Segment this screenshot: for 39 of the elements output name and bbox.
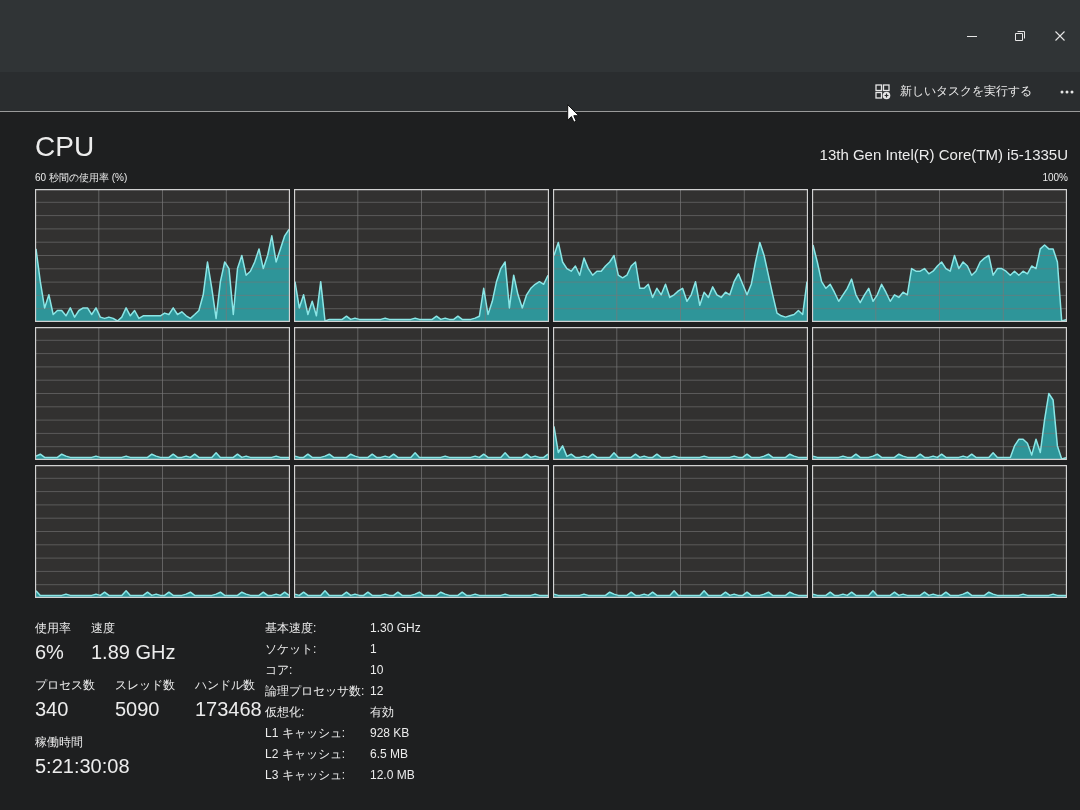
- detail-label: 基本速度:: [265, 620, 318, 636]
- detail-value: 12: [370, 683, 385, 699]
- detail-value: 10: [370, 662, 385, 678]
- page-title: CPU: [35, 130, 95, 164]
- detail-label: 仮想化:: [265, 704, 306, 720]
- mouse-pointer-icon: [567, 104, 579, 123]
- stat-value: 5:21:30:08: [35, 754, 130, 779]
- minimize-icon[interactable]: [967, 35, 977, 37]
- detail-label: コア:: [265, 662, 294, 678]
- stat-value: 173468: [195, 697, 262, 722]
- stat-label: スレッド数: [115, 677, 175, 693]
- stat-label: 稼働時間: [35, 734, 83, 750]
- new-task-icon: [875, 83, 891, 100]
- detail-value: 928 KB: [370, 725, 411, 741]
- detail-value: 1.30 GHz: [370, 620, 421, 636]
- stat-value: 340: [35, 697, 69, 722]
- stat-label: 使用率: [35, 620, 71, 636]
- stat-label: 速度: [91, 620, 115, 636]
- graph-caption: 60 秒間の使用率 (%): [35, 171, 128, 184]
- processor-name: 13th Gen Intel(R) Core(TM) i5-1335U: [819, 146, 1068, 164]
- axis-max-label: 100%: [1042, 171, 1068, 184]
- detail-label: ソケット:: [265, 641, 318, 657]
- stat-value: 5090: [115, 697, 160, 722]
- detail-value: 有効: [370, 704, 395, 720]
- stat-value: 6%: [35, 640, 64, 665]
- detail-value: 1: [370, 641, 378, 657]
- detail-label: L2 キャッシュ:: [265, 746, 346, 762]
- detail-label: L3 キャッシュ:: [265, 767, 346, 783]
- stat-label: ハンドル数: [195, 677, 255, 693]
- detail-label: 論理プロセッサ数:: [265, 683, 366, 699]
- stat-label: プロセス数: [35, 677, 95, 693]
- more-icon[interactable]: [1060, 89, 1074, 94]
- close-icon[interactable]: [1055, 31, 1065, 41]
- run-new-task-button[interactable]: 新しいタスクを実行する: [871, 77, 1036, 106]
- detail-value: 12.0 MB: [370, 767, 416, 783]
- detail-value: 6.5 MB: [370, 746, 409, 762]
- restore-icon[interactable]: [1015, 31, 1025, 41]
- stat-value: 1.89 GHz: [91, 640, 176, 665]
- detail-label: L1 キャッシュ:: [265, 725, 346, 741]
